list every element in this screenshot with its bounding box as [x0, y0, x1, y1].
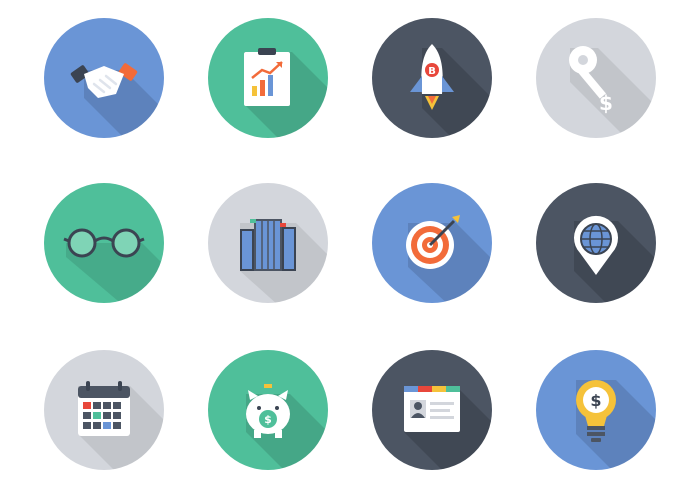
globe-location-pin-icon	[536, 183, 656, 303]
calendar-tile	[44, 350, 164, 470]
clipboard-chart-icon	[208, 18, 328, 138]
dollar-key-tile: $	[536, 18, 656, 138]
office-buildings-tile	[208, 183, 328, 303]
handshake-icon	[44, 18, 164, 138]
clipboard-chart-tile	[208, 18, 328, 138]
dollar-lightbulb-icon: $	[536, 350, 656, 470]
glasses-icon	[44, 183, 164, 303]
svg-text:B: B	[428, 66, 436, 77]
globe-location-pin-tile	[536, 183, 656, 303]
calendar-icon	[44, 350, 164, 470]
profile-card-tile	[372, 350, 492, 470]
handshake-tile	[44, 18, 164, 138]
bitcoin-rocket-icon: B	[372, 18, 492, 138]
dollar-key-icon: $	[536, 18, 656, 138]
office-buildings-icon	[208, 183, 328, 303]
piggy-bank-tile: $	[208, 350, 328, 470]
svg-text:$: $	[590, 391, 601, 410]
icon-grid: B $ $ $	[0, 0, 700, 490]
svg-text:$: $	[264, 413, 272, 426]
target-arrow-icon	[372, 183, 492, 303]
dollar-lightbulb-tile: $	[536, 350, 656, 470]
svg-text:$: $	[599, 91, 613, 115]
piggy-bank-icon: $	[208, 350, 328, 470]
glasses-tile	[44, 183, 164, 303]
target-arrow-tile	[372, 183, 492, 303]
profile-card-icon	[372, 350, 492, 470]
bitcoin-rocket-tile: B	[372, 18, 492, 138]
